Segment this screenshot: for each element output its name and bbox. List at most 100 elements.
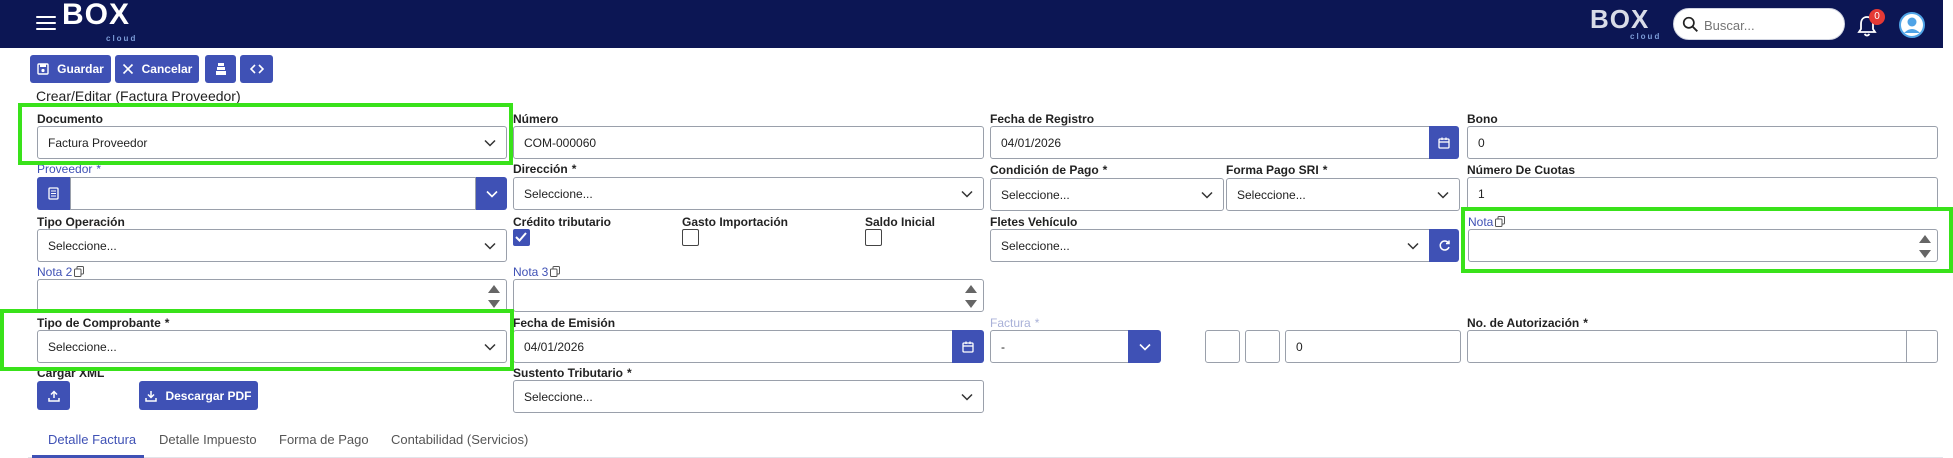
copy-icon[interactable] (74, 266, 85, 277)
numero-cuotas-input[interactable]: 1 (1467, 177, 1938, 210)
search-icon (1682, 16, 1698, 32)
tipo-operacion-value: Seleccione... (48, 238, 117, 253)
direccion-label: Dirección * (513, 162, 576, 176)
nota-label: Nota (1468, 215, 1506, 229)
forma-pago-sri-select[interactable]: Seleccione... (1226, 178, 1460, 211)
bono-input[interactable]: 0 (1467, 126, 1938, 159)
chevron-down-icon (484, 139, 496, 147)
copy-icon[interactable] (550, 266, 561, 277)
nota3-textarea[interactable] (513, 279, 984, 312)
search-box[interactable] (1673, 8, 1845, 40)
cargar-xml-button[interactable] (37, 381, 70, 410)
numero-input[interactable]: COM-000060 (513, 126, 984, 159)
proveedor-label: Proveedor * (37, 162, 101, 176)
nota2-textarea[interactable] (37, 279, 507, 312)
tipo-comprobante-required-mark: * (164, 316, 170, 330)
fletes-vehiculo-refresh-button[interactable] (1429, 229, 1459, 262)
proveedor-label-text: Proveedor (37, 162, 93, 176)
factura-label: Factura * (990, 316, 1039, 330)
tipo-comprobante-value: Seleccione... (48, 339, 117, 354)
documento-select[interactable]: Factura Proveedor (37, 126, 507, 159)
documento-label: Documento (37, 112, 103, 126)
descargar-pdf-label: Descargar PDF (165, 388, 252, 403)
cargar-xml-label: Cargar XML (37, 366, 105, 380)
no-autorizacion-label-text: No. de Autorización (1467, 316, 1580, 330)
save-button[interactable]: Guardar (30, 55, 111, 83)
gasto-importacion-checkbox[interactable] (682, 229, 699, 246)
tab-detalle-impuesto[interactable]: Detalle Impuesto (159, 432, 257, 447)
cancel-button[interactable]: Cancelar (115, 55, 199, 83)
nota-textarea[interactable] (1468, 229, 1938, 262)
nota2-label: Nota 2 (37, 265, 85, 279)
sustento-tributario-label: Sustento Tributario * (513, 366, 632, 380)
bono-value: 0 (1478, 135, 1485, 150)
descargar-pdf-button[interactable]: Descargar PDF (139, 381, 258, 410)
archive-button[interactable] (205, 55, 236, 83)
page-title: Crear/Editar (Factura Proveedor) (36, 88, 241, 104)
tab-detalle-factura[interactable]: Detalle Factura (48, 432, 136, 447)
fecha-emision-label: Fecha de Emisión (513, 316, 616, 330)
calendar-icon (962, 341, 974, 353)
tab-contabilidad-servicios[interactable]: Contabilidad (Servicios) (391, 432, 528, 447)
saldo-inicial-checkbox[interactable] (865, 229, 882, 246)
chevron-down-icon (961, 190, 973, 198)
tipo-operacion-select[interactable]: Seleccione... (37, 229, 507, 262)
chevron-down-icon (484, 343, 496, 351)
fecha-registro-calendar-button[interactable] (1429, 126, 1459, 159)
fecha-emision-input[interactable]: 04/01/2026 (513, 330, 953, 363)
factura-punto-emision-input[interactable] (1245, 330, 1280, 363)
no-autorizacion-label: No. de Autorización * (1467, 316, 1588, 330)
no-autorizacion-input[interactable] (1467, 330, 1907, 363)
proveedor-select[interactable] (70, 177, 476, 210)
saldo-inicial-label: Saldo Inicial (865, 215, 936, 229)
fletes-vehiculo-value: Seleccione... (1001, 238, 1070, 253)
factura-secuencial-input[interactable]: 0 (1285, 330, 1461, 363)
copy-icon[interactable] (1495, 216, 1506, 227)
nota3-label: Nota 3 (513, 265, 561, 279)
sustento-tributario-required-mark: * (627, 366, 632, 380)
proveedor-dropdown-button[interactable] (476, 177, 507, 210)
nota3-label-text: Nota 3 (513, 265, 549, 279)
search-input[interactable] (1704, 15, 1834, 35)
fecha-registro-input[interactable]: 04/01/2026 (990, 126, 1430, 159)
sustento-tributario-select[interactable]: Seleccione... (513, 380, 984, 413)
chevron-down-icon (1407, 242, 1419, 250)
notification-badge: 0 (1869, 9, 1885, 25)
sustento-tributario-value: Seleccione... (524, 389, 593, 404)
factura-dropdown-button[interactable] (1128, 330, 1161, 363)
logo[interactable]: BOX cloud (62, 0, 135, 43)
user-avatar-icon[interactable] (1899, 12, 1925, 38)
tipo-comprobante-select[interactable]: Seleccione... (37, 330, 507, 363)
code-view-button[interactable] (240, 55, 273, 83)
cancel-button-label: Cancelar (141, 62, 193, 76)
factura-establecimiento-input[interactable] (1205, 330, 1240, 363)
menu-icon[interactable] (36, 16, 56, 32)
numero-value: COM-000060 (524, 135, 597, 150)
proveedor-required-mark: * (96, 162, 102, 176)
credito-tributario-checkbox[interactable] (513, 229, 530, 246)
chevron-down-icon (485, 190, 498, 198)
direccion-select[interactable]: Seleccione... (513, 177, 984, 210)
fletes-vehiculo-label: Fletes Vehículo (990, 215, 1078, 229)
direccion-value: Seleccione... (524, 186, 593, 201)
tab-forma-de-pago[interactable]: Forma de Pago (279, 432, 369, 447)
numero-cuotas-value: 1 (1478, 186, 1485, 201)
chevron-down-icon (484, 242, 496, 250)
chevron-down-icon (1138, 343, 1151, 351)
fletes-vehiculo-select[interactable]: Seleccione... (990, 229, 1430, 262)
logo-subtext: cloud (106, 34, 138, 43)
logo-secondary-text: BOX (1590, 4, 1650, 34)
proveedor-search-button[interactable] (37, 177, 70, 210)
archive-icon (215, 63, 226, 75)
forma-pago-sri-label-text: Forma Pago SRI (1226, 163, 1319, 177)
fecha-emision-calendar-button[interactable] (952, 330, 984, 363)
direccion-required-mark: * (571, 162, 577, 176)
condicion-pago-select[interactable]: Seleccione... (990, 178, 1224, 211)
factura-required-mark: * (1034, 316, 1040, 330)
no-autorizacion-addon[interactable] (1906, 330, 1938, 363)
factura-secuencial-value: 0 (1296, 339, 1303, 354)
logo-secondary-subtext: cloud (1630, 32, 1662, 41)
logo-secondary: BOX cloud (1590, 4, 1659, 41)
factura-select[interactable]: - (990, 330, 1129, 363)
condicion-pago-value: Seleccione... (1001, 187, 1070, 202)
